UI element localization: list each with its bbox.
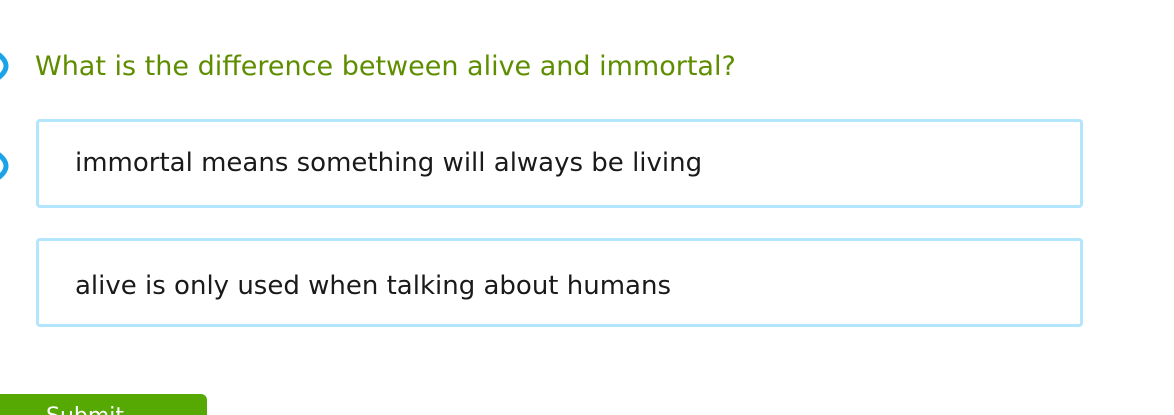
answer-choice-label: immortal means something will always be … — [75, 148, 703, 178]
answer-choice-2[interactable]: alive is only used when talking about hu… — [36, 238, 1083, 327]
speaker-icon[interactable] — [0, 146, 14, 186]
answer-choice-1[interactable]: immortal means something will always be … — [36, 119, 1083, 208]
answer-choice-label: alive is only used when talking about hu… — [75, 271, 671, 301]
quiz-page: What is the difference between alive and… — [0, 0, 1174, 415]
submit-button[interactable]: Submit — [0, 394, 207, 415]
question-text: What is the difference between alive and… — [35, 51, 736, 82]
speaker-icon[interactable] — [0, 46, 14, 86]
